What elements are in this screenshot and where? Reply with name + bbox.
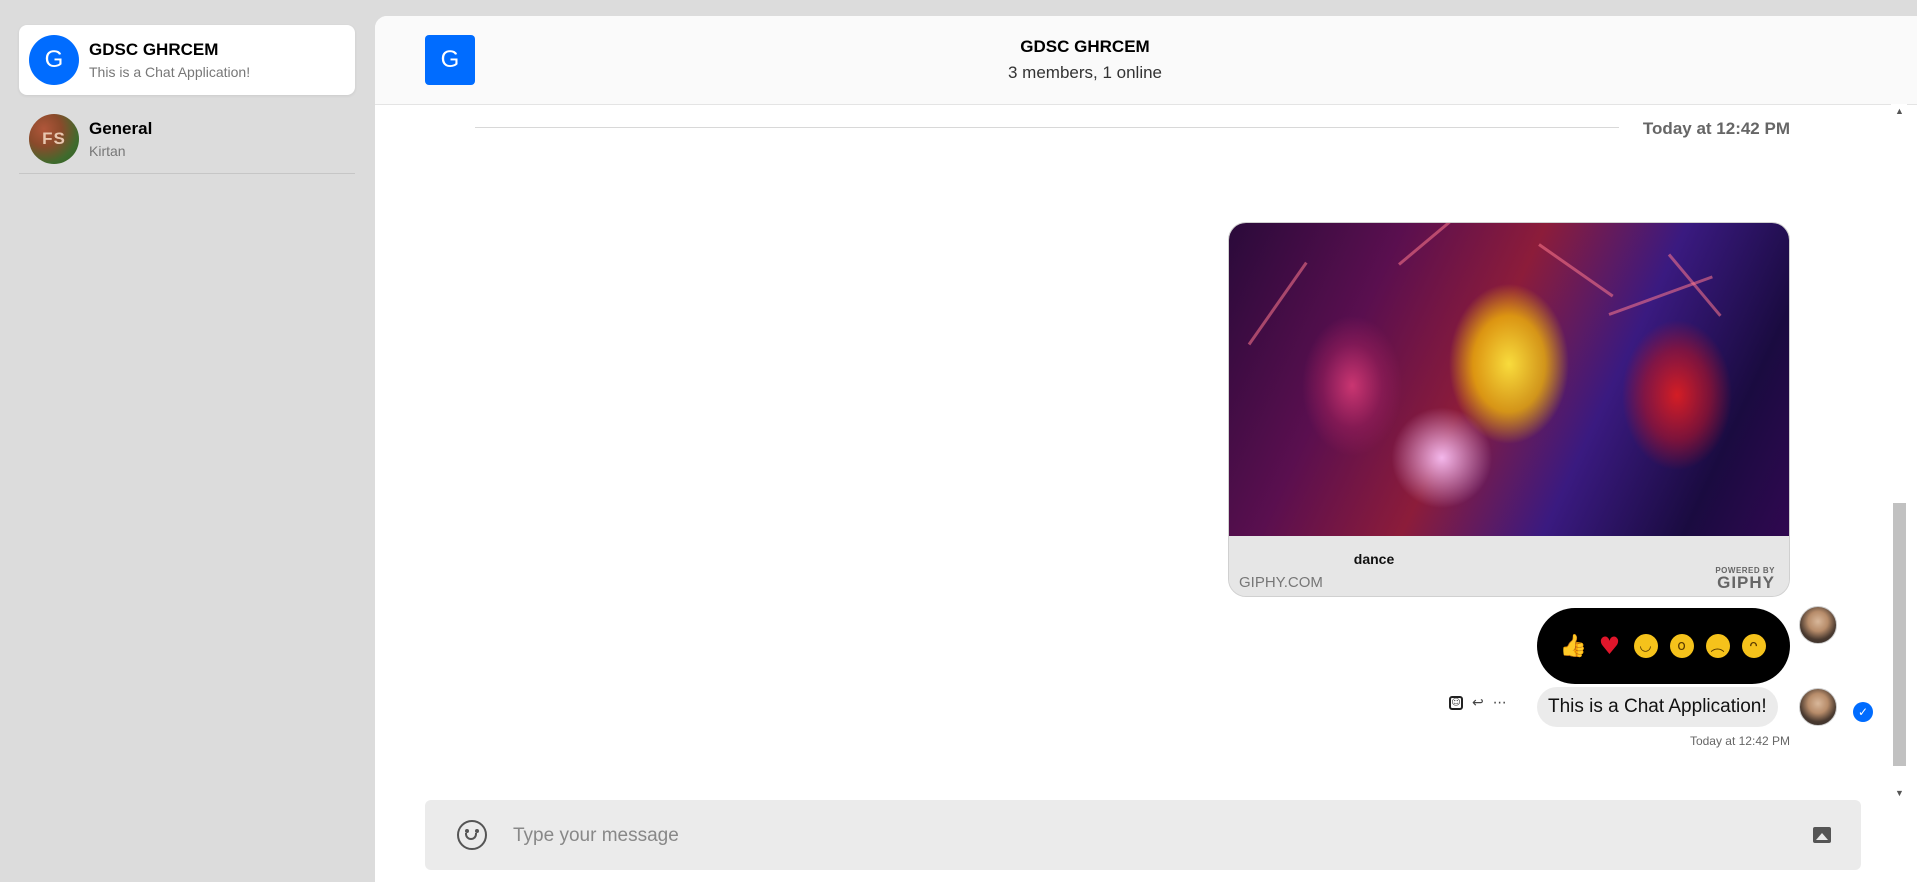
more-options-icon[interactable]: ⋯ [1493,695,1507,711]
reaction-wow-icon[interactable]: o [1668,632,1696,660]
channel-name: General [89,118,153,138]
reaction-angry-icon[interactable]: ᴖ [1740,632,1768,660]
reaction-haha-icon[interactable]: ◡ [1632,632,1660,660]
message-actions: ☺ ↩ ⋯ [1449,695,1507,711]
reply-icon[interactable]: ↩ [1472,695,1484,711]
giphy-footer: dance GIPHY.COM POWERED BY GIPHY [1229,536,1789,596]
chat-window: G GDSC GHRCEM 3 members, 1 online Today … [375,16,1917,882]
channel-avatar: FS [29,113,79,164]
channel-title: GDSC GHRCEM [1020,37,1150,56]
scroll-down-icon[interactable]: ▼ [1895,788,1904,798]
giphy-attachment[interactable]: dance GIPHY.COM POWERED BY GIPHY [1228,222,1790,597]
date-divider: Today at 12:42 PM [1642,119,1790,138]
message-input[interactable] [511,818,1715,854]
channel-item-general[interactable]: FS General Kirtan [19,104,355,174]
channel-preview: Kirtan [89,142,126,159]
giphy-image[interactable] [1229,223,1789,536]
channel-name: GDSC GHRCEM [89,40,219,59]
image-icon[interactable] [1813,827,1831,843]
channel-preview: This is a Chat Application! [89,64,251,80]
reaction-selector: 👍 ♥ ◡ o ︵ ᴖ [1537,608,1790,684]
giphy-badge-big: GIPHY [1717,573,1775,592]
reaction-love-icon[interactable]: ♥ [1596,632,1624,660]
channel-member-status: 3 members, 1 online [1007,63,1163,82]
channel-list: G GDSC GHRCEM This is a Chat Application… [0,0,375,882]
add-reaction-icon[interactable]: ☺ [1449,696,1463,710]
giphy-source[interactable]: GIPHY.COM [1239,574,1323,591]
avatar[interactable] [1799,606,1837,644]
smile-icon[interactable] [457,820,487,850]
avatar[interactable] [1799,688,1837,726]
reaction-sad-icon[interactable]: ︵ [1704,632,1732,660]
scroll-thumb[interactable] [1893,503,1906,766]
date-divider-line [475,127,1619,128]
message-bubble[interactable]: This is a Chat Application! [1537,687,1778,727]
check-icon: ✓ [1853,702,1873,722]
giphy-title[interactable]: dance [1229,551,1519,567]
message-scrollbar[interactable]: ▲ ▼ [1891,104,1907,800]
giphy-logo: POWERED BY GIPHY [1715,566,1775,592]
reaction-like-icon[interactable]: 👍 [1560,632,1588,660]
channel-item-gdsc-ghrcem[interactable]: G GDSC GHRCEM This is a Chat Application… [19,25,355,95]
message-timestamp: Today at 12:42 PM [1689,734,1790,748]
channel-header: G GDSC GHRCEM 3 members, 1 online [375,16,1917,105]
channel-avatar: G [29,35,79,85]
scroll-up-icon[interactable]: ▲ [1895,106,1904,116]
message-composer [425,800,1861,870]
message-text: This is a Chat Application! [1548,696,1767,717]
